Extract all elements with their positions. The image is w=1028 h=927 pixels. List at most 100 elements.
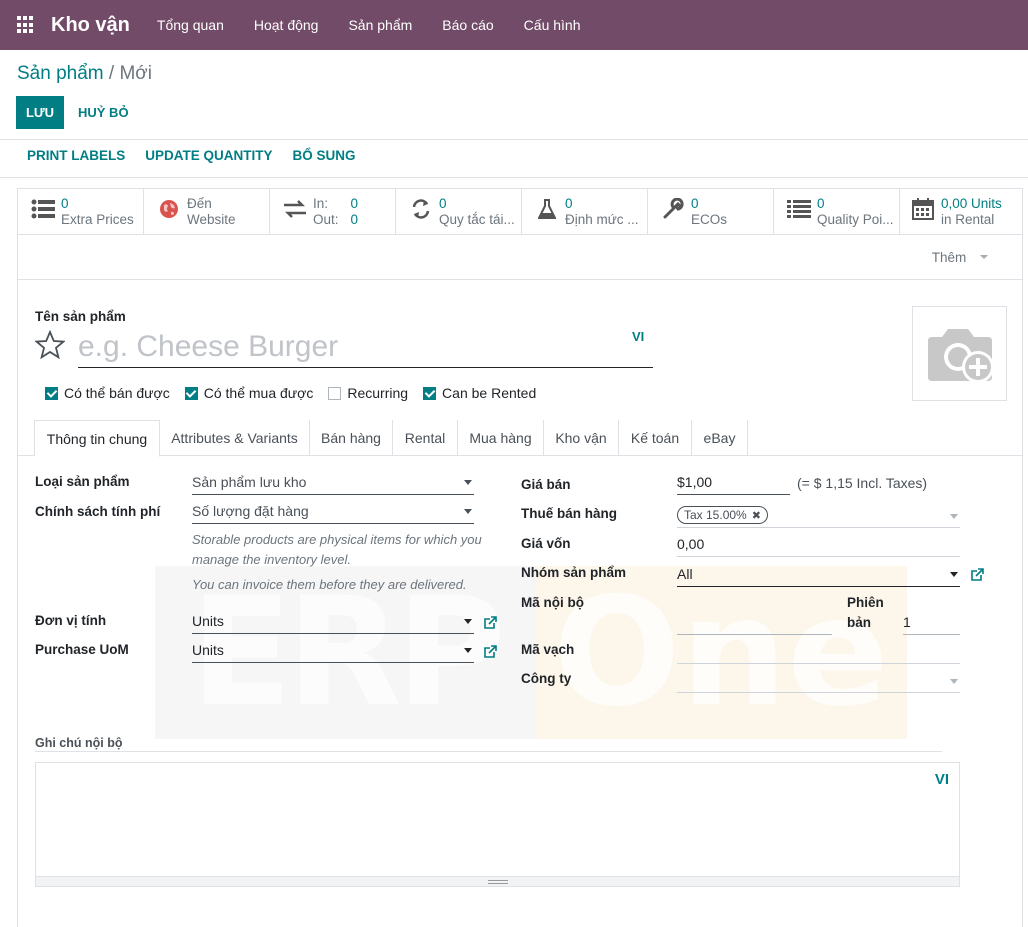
tab-ebay[interactable]: eBay bbox=[692, 420, 748, 456]
version-input[interactable]: 1 bbox=[903, 610, 960, 635]
chevron-down-icon bbox=[950, 679, 958, 684]
chevron-down-icon bbox=[464, 509, 472, 514]
internal-note-editor[interactable]: VI bbox=[35, 762, 960, 887]
website-button[interactable]: Đến Website bbox=[144, 189, 270, 235]
smart-button-value: 0,00 Units bbox=[941, 196, 1002, 211]
in-label: In: bbox=[313, 196, 329, 211]
wrench-icon bbox=[660, 196, 686, 222]
chevron-down-icon bbox=[950, 572, 958, 577]
calendar-icon bbox=[910, 196, 936, 222]
can-be-rented-checkbox[interactable]: Can be Rented bbox=[423, 385, 536, 401]
star-icon[interactable] bbox=[34, 329, 66, 360]
tab-accounting[interactable]: Kế toán bbox=[619, 420, 692, 456]
smart-button-label: Extra Prices bbox=[61, 212, 134, 227]
tax-tag-label: Tax 15.00% bbox=[684, 508, 747, 522]
bom-button[interactable]: 0 Định mức ... bbox=[522, 189, 648, 235]
product-category-label: Nhóm sản phẩm bbox=[521, 565, 627, 580]
tax-tag[interactable]: Tax 15.00% ✖ bbox=[677, 506, 768, 524]
product-category-select[interactable]: All bbox=[677, 562, 960, 587]
tab-attributes-variants[interactable]: Attributes & Variants bbox=[160, 420, 310, 456]
print-labels-button[interactable]: PRINT LABELS bbox=[17, 148, 135, 163]
smart-button-label: ECOs bbox=[691, 212, 728, 227]
action-bar: PRINT LABELS UPDATE QUANTITY BỔ SUNG bbox=[17, 148, 366, 163]
breadcrumb-parent[interactable]: Sản phẩm bbox=[17, 63, 104, 84]
internal-reference-input[interactable] bbox=[677, 610, 832, 635]
invoice-policy-select[interactable]: Số lượng đặt hàng bbox=[192, 499, 474, 524]
smart-button-value: 0 bbox=[439, 196, 447, 211]
replenish-button[interactable]: BỔ SUNG bbox=[283, 148, 366, 163]
quality-points-button[interactable]: 0 Quality Poi... bbox=[774, 189, 900, 235]
invoice-policy-help: You can invoice them before they are del… bbox=[192, 577, 467, 592]
nav-item-configuration[interactable]: Cấu hình bbox=[511, 17, 594, 33]
external-link-icon[interactable] bbox=[484, 616, 497, 629]
discard-button[interactable]: HUỶ BỎ bbox=[72, 96, 135, 129]
chevron-down-icon bbox=[980, 255, 989, 259]
translate-button[interactable]: VI bbox=[935, 771, 949, 788]
product-image-upload[interactable] bbox=[912, 306, 1007, 401]
version-label-line1: Phiên bbox=[847, 595, 884, 610]
apps-menu-icon[interactable] bbox=[17, 16, 35, 34]
nav-item-products[interactable]: Sản phẩm bbox=[335, 17, 425, 33]
external-link-icon[interactable] bbox=[484, 645, 497, 658]
uom-select[interactable]: Units bbox=[192, 609, 474, 634]
sale-price-input[interactable]: $1,00 bbox=[677, 470, 790, 495]
cost-input[interactable]: 0,00 bbox=[677, 532, 960, 557]
rental-button[interactable]: 0,00 Units in Rental bbox=[898, 189, 1022, 235]
nav-item-operations[interactable]: Hoạt động bbox=[241, 17, 332, 33]
save-button[interactable]: LƯU bbox=[16, 96, 64, 129]
extra-prices-button[interactable]: 0 Extra Prices bbox=[18, 189, 144, 235]
divider bbox=[0, 139, 1028, 140]
tab-sales[interactable]: Bán hàng bbox=[310, 420, 393, 456]
invoice-policy-label: Chính sách tính phí bbox=[35, 504, 161, 519]
divider bbox=[35, 751, 942, 752]
company-label: Công ty bbox=[521, 671, 572, 686]
smart-button-value: 0 bbox=[691, 196, 699, 211]
tab-purchase[interactable]: Mua hàng bbox=[458, 420, 544, 456]
breadcrumb: Sản phẩm / Mới bbox=[17, 63, 152, 85]
breadcrumb-separator: / bbox=[108, 63, 115, 84]
exchange-icon bbox=[282, 196, 308, 222]
app-brand[interactable]: Kho vận bbox=[51, 14, 130, 37]
internal-note-label: Ghi chú nội bộ bbox=[35, 736, 123, 750]
form-sheet: ERP One 0 Extra Prices Đến Website In: Out:… bbox=[17, 188, 1023, 927]
product-type-select[interactable]: Sản phẩm lưu kho bbox=[192, 470, 474, 495]
sale-tax-label: Thuế bán hàng bbox=[521, 506, 617, 521]
chevron-down-icon bbox=[464, 619, 472, 624]
notebook-tabs: Thông tin chung Attributes & Variants Bá… bbox=[18, 420, 1022, 457]
barcode-input[interactable] bbox=[677, 639, 960, 664]
more-button[interactable]: Thêm bbox=[898, 235, 1022, 279]
translate-button[interactable]: VI bbox=[632, 329, 644, 344]
smart-button-value: 0 bbox=[817, 196, 825, 211]
divider bbox=[0, 177, 1028, 178]
reordering-rules-button[interactable]: 0 Quy tắc tái... bbox=[396, 189, 522, 235]
more-button-label: Thêm bbox=[931, 249, 967, 265]
product-name-label: Tên sản phẩm bbox=[35, 309, 126, 324]
close-icon[interactable]: ✖ bbox=[752, 509, 761, 522]
recurring-checkbox[interactable]: Recurring bbox=[328, 385, 408, 401]
flask-icon bbox=[534, 196, 560, 222]
can-be-purchased-checkbox[interactable]: Có thể mua được bbox=[184, 385, 313, 401]
ecos-button[interactable]: 0 ECOs bbox=[648, 189, 774, 235]
resize-handle[interactable] bbox=[36, 876, 959, 886]
tab-inventory[interactable]: Kho vận bbox=[544, 420, 619, 456]
out-value: 0 bbox=[350, 212, 359, 227]
in-value: 0 bbox=[350, 196, 359, 211]
can-be-sold-checkbox[interactable]: Có thể bán được bbox=[45, 385, 170, 401]
company-select[interactable] bbox=[677, 668, 960, 693]
tab-general-info[interactable]: Thông tin chung bbox=[34, 420, 160, 457]
refresh-icon bbox=[408, 196, 434, 222]
nav-item-overview[interactable]: Tổng quan bbox=[144, 17, 237, 33]
purchase-uom-value: Units bbox=[192, 642, 224, 658]
tab-rental[interactable]: Rental bbox=[393, 420, 458, 456]
in-out-button[interactable]: In: Out: 00 bbox=[270, 189, 396, 235]
purchase-uom-select[interactable]: Units bbox=[192, 638, 474, 663]
product-name-input[interactable] bbox=[78, 327, 653, 368]
update-quantity-button[interactable]: UPDATE QUANTITY bbox=[135, 148, 282, 163]
checkbox-label: Can be Rented bbox=[442, 385, 537, 401]
product-category-value: All bbox=[677, 566, 693, 582]
sale-tax-input[interactable]: Tax 15.00% ✖ bbox=[677, 503, 960, 528]
external-link-icon[interactable] bbox=[971, 568, 984, 581]
smart-button-label: Website bbox=[187, 212, 236, 227]
nav-item-reporting[interactable]: Báo cáo bbox=[429, 17, 506, 33]
smart-button-value: 0 bbox=[565, 196, 573, 211]
